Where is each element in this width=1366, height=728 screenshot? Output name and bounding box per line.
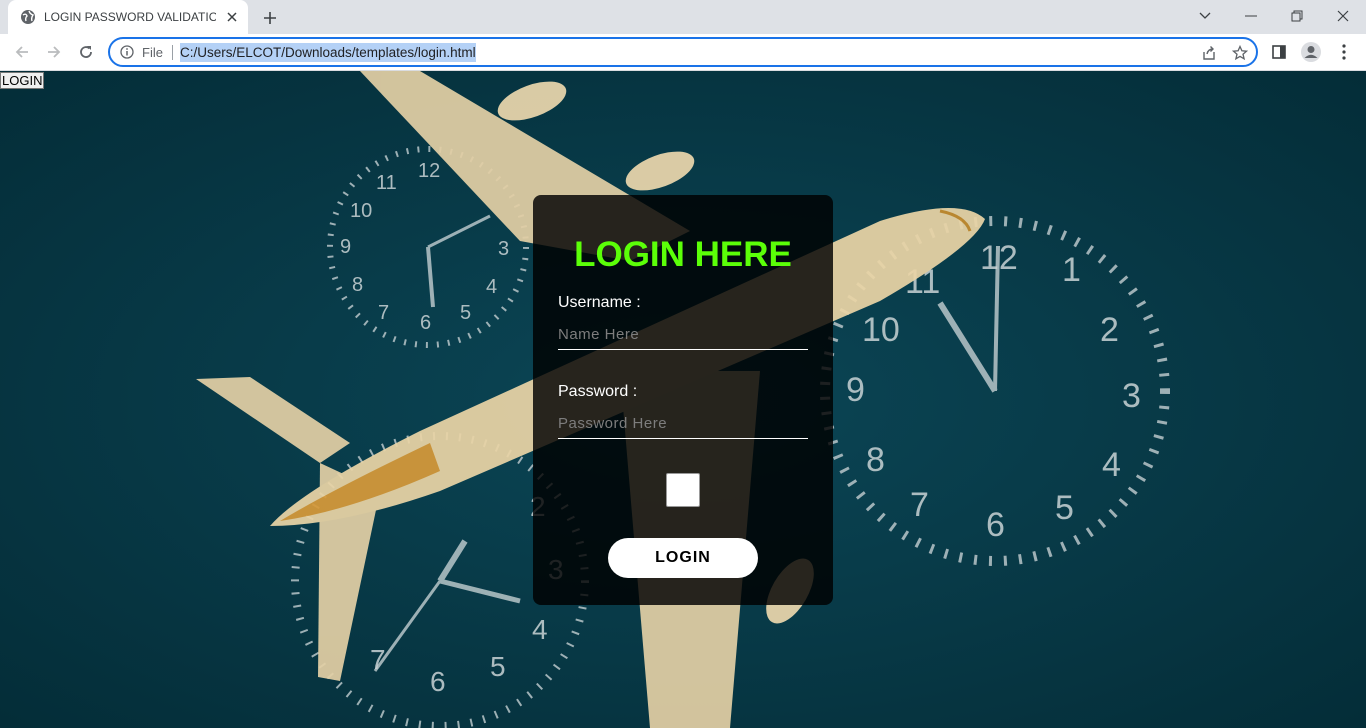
nav-login-button[interactable]: LOGIN xyxy=(0,72,45,89)
profile-icon[interactable] xyxy=(1298,39,1324,65)
svg-text:6: 6 xyxy=(986,506,1005,544)
svg-text:5: 5 xyxy=(490,651,506,682)
login-form: LOGIN HERE Username : Password : LOGIN xyxy=(533,195,833,605)
globe-icon xyxy=(20,9,36,25)
tab-title: LOGIN PASSWORD VALIDATION xyxy=(44,10,216,24)
svg-text:8: 8 xyxy=(352,274,363,296)
page-viewport: 121110 987 6543 234 567 1212 345 678 910… xyxy=(0,71,1366,728)
share-icon[interactable] xyxy=(1200,44,1218,62)
back-arrow-icon[interactable] xyxy=(8,38,36,66)
chevron-down-icon[interactable] xyxy=(1182,0,1228,32)
browser-toolbar: File C:/Users/ELCOT/Downloads/templates/… xyxy=(0,34,1366,71)
svg-text:4: 4 xyxy=(1102,446,1121,484)
menu-icon[interactable] xyxy=(1331,39,1357,65)
info-icon[interactable] xyxy=(120,45,134,59)
svg-text:4: 4 xyxy=(532,614,548,645)
svg-text:10: 10 xyxy=(862,311,900,349)
username-label: Username : xyxy=(558,294,641,311)
svg-text:12: 12 xyxy=(418,160,440,182)
svg-text:3: 3 xyxy=(498,238,509,260)
svg-text:7: 7 xyxy=(370,644,386,675)
browser-tab[interactable]: LOGIN PASSWORD VALIDATION xyxy=(8,0,248,34)
login-title: LOGIN HERE xyxy=(574,235,792,274)
svg-text:7: 7 xyxy=(910,486,929,524)
password-input[interactable] xyxy=(558,413,808,439)
svg-text:1: 1 xyxy=(1062,251,1081,289)
omnibox-divider xyxy=(172,45,173,60)
svg-text:10: 10 xyxy=(350,200,372,222)
svg-text:8: 8 xyxy=(866,441,885,479)
address-bar[interactable]: File C:/Users/ELCOT/Downloads/templates/… xyxy=(108,37,1258,67)
svg-text:12: 12 xyxy=(980,239,1018,277)
forward-arrow-icon[interactable] xyxy=(40,38,68,66)
svg-text:6: 6 xyxy=(430,666,446,697)
file-label: File xyxy=(142,45,163,60)
svg-text:4: 4 xyxy=(486,276,497,298)
svg-text:5: 5 xyxy=(1055,489,1074,527)
url-text[interactable]: C:/Users/ELCOT/Downloads/templates/login… xyxy=(180,43,476,62)
svg-text:9: 9 xyxy=(340,236,351,258)
svg-text:7: 7 xyxy=(378,302,389,324)
checkbox[interactable] xyxy=(666,473,700,507)
password-label: Password : xyxy=(558,383,638,400)
svg-text:9: 9 xyxy=(846,371,865,409)
svg-text:5: 5 xyxy=(460,302,471,324)
svg-text:11: 11 xyxy=(376,172,397,194)
plus-icon[interactable] xyxy=(258,6,282,30)
reload-icon[interactable] xyxy=(72,38,100,66)
svg-text:2: 2 xyxy=(1100,311,1119,349)
restore-icon[interactable] xyxy=(1274,0,1320,32)
close-icon[interactable] xyxy=(224,9,240,25)
tab-strip: LOGIN PASSWORD VALIDATION xyxy=(0,0,1366,34)
star-icon[interactable] xyxy=(1231,44,1249,62)
side-panel-icon[interactable] xyxy=(1266,39,1292,65)
svg-text:3: 3 xyxy=(1122,377,1141,415)
svg-text:6: 6 xyxy=(420,312,431,334)
window-close-icon[interactable] xyxy=(1320,0,1366,32)
minimize-icon[interactable] xyxy=(1228,0,1274,32)
username-input[interactable] xyxy=(558,324,808,350)
login-submit-button[interactable]: LOGIN xyxy=(608,538,758,578)
